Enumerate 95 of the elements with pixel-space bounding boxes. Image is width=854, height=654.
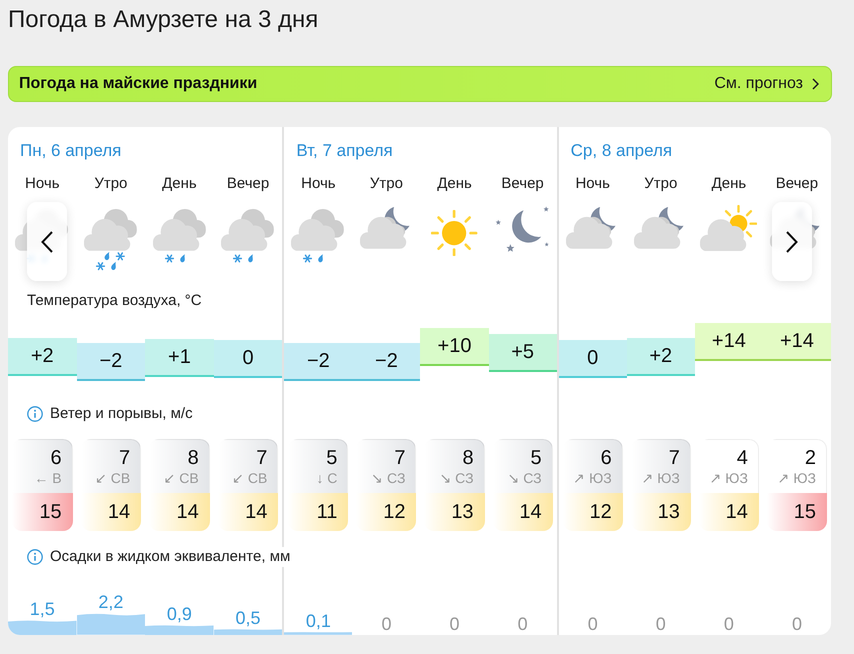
wind-speed-value: 7 [256,447,268,470]
wind-direction: ↙ СВ [163,470,199,487]
temperature-value: +2 [30,344,54,368]
temperature-value: 0 [587,346,598,370]
wind-gust-value: 12 [589,500,612,524]
precipitation-value: 0,1 [306,610,331,632]
precipitation-value: 0 [450,613,460,635]
wind-direction: ↘ СЗ [507,470,542,487]
cloud-sun-icon [700,205,758,252]
wind-speed-value: 8 [188,447,199,470]
temperature-value: +10 [438,334,472,358]
period-label: День [162,174,197,194]
banner-title: Погода на майские праздники [19,74,258,94]
wind-direction: ↓ С [316,470,338,487]
wind-gust-value: 14 [726,500,748,524]
wind-speed-value: 8 [462,447,474,470]
wind-direction: ↗ ЮЗ [641,470,680,487]
wind-direction: ← В [34,470,62,487]
cloud-snow-rain-icon [291,209,346,264]
temperature-heading: Температура воздуха, °C [27,291,202,311]
period-label: День [712,174,746,194]
wind-direction: ↘ СЗ [439,470,474,487]
period-label: День [437,174,472,194]
temperature-value: +14 [780,328,814,353]
period-label: Ночь [25,174,60,194]
precipitation-fill [284,632,352,635]
cloud-snow-rain-icon [221,209,275,264]
period-label: Утро [644,174,678,194]
wind-gust-value: 14 [245,500,268,524]
wind-gust-value: 12 [383,500,406,524]
next-button[interactable] [772,202,812,281]
precipitation-fill [8,620,77,635]
info-icon[interactable] [27,406,43,422]
cloud-snow-rain-icon [84,209,138,272]
wind-gust-value: 13 [451,500,474,524]
wind-heading: Ветер и порывы, м/с [50,404,193,424]
period-label: Вечер [501,174,544,194]
sun-icon [431,210,478,256]
info-icon[interactable] [27,549,43,565]
period-label: Вечер [226,174,270,194]
temperature-value: +14 [712,328,746,353]
period-label: Вечер [776,174,818,194]
period-label: Утро [370,174,403,194]
forecast-link[interactable]: См. прогноз [714,72,819,96]
holiday-banner[interactable]: Погода на майские праздники См. прогноз [8,66,832,102]
wind-speed-value: 5 [326,447,338,470]
period-label: Ночь [301,174,336,194]
precipitation-value: 1,5 [30,598,55,620]
chevron-right-icon [812,78,819,90]
wind-direction: ↗ ЮЗ [573,470,612,487]
wind-speed-value: 6 [600,447,612,470]
wind-gust-value: 13 [658,500,680,524]
wind-direction: ↘ СЗ [371,470,406,487]
precipitation-value: 0 [792,613,802,635]
temperature-value: +5 [511,340,534,364]
precipitation-value: 0 [381,613,392,635]
wind-speed-value: 5 [530,447,542,470]
wind-direction: ↗ ЮЗ [778,470,816,487]
wind-speed-value: 6 [50,447,62,470]
precipitation-value: 0,5 [236,606,261,628]
wind-speed-value: 7 [119,447,130,470]
cloud-snow-rain-icon [152,209,206,264]
temperature-value: +1 [168,345,191,370]
wind-speed-value: 2 [804,447,816,470]
wind-gust-value: 14 [108,500,130,524]
precipitation-value: 0,9 [166,602,192,625]
wind-direction: ↙ СВ [232,470,268,487]
wind-gust-value: 15 [794,500,816,524]
wind-gust-value: 14 [176,500,199,524]
wind-gust-value: 14 [519,500,542,524]
wind-gust-value: 15 [39,500,62,524]
period-label: Ночь [575,174,610,194]
temperature-value: 0 [242,346,254,370]
wind-gust-value: 11 [316,500,338,524]
precipitation-value: 0 [724,613,734,635]
temperature-value: −2 [306,348,330,373]
day-date[interactable]: Ср, 8 апреля [570,139,672,163]
day-date[interactable]: Вт, 7 апреля [296,139,393,163]
wind-speed-value: 4 [736,447,748,470]
precipitation-value: 0 [518,613,528,635]
day-date[interactable]: Пн, 6 апреля [20,139,122,163]
temperature-value: −2 [375,348,398,373]
wind-direction: ↗ ЮЗ [709,470,748,487]
chevron-right-icon [786,230,798,252]
wind-direction: ↙ СВ [94,470,130,487]
temperature-value: +2 [649,344,672,368]
page-title: Погода в Амурзете на 3 дня [8,5,318,35]
wind-speed-value: 7 [668,447,680,470]
wind-speed-value: 7 [394,447,406,470]
temperature-value: −2 [99,348,122,373]
precipitation-value: 0 [588,613,598,635]
precipitation-value: 0 [656,613,666,635]
period-label: Утро [94,174,128,194]
moon-stars-icon [495,206,550,254]
precipitation-value: 2,2 [98,591,124,614]
